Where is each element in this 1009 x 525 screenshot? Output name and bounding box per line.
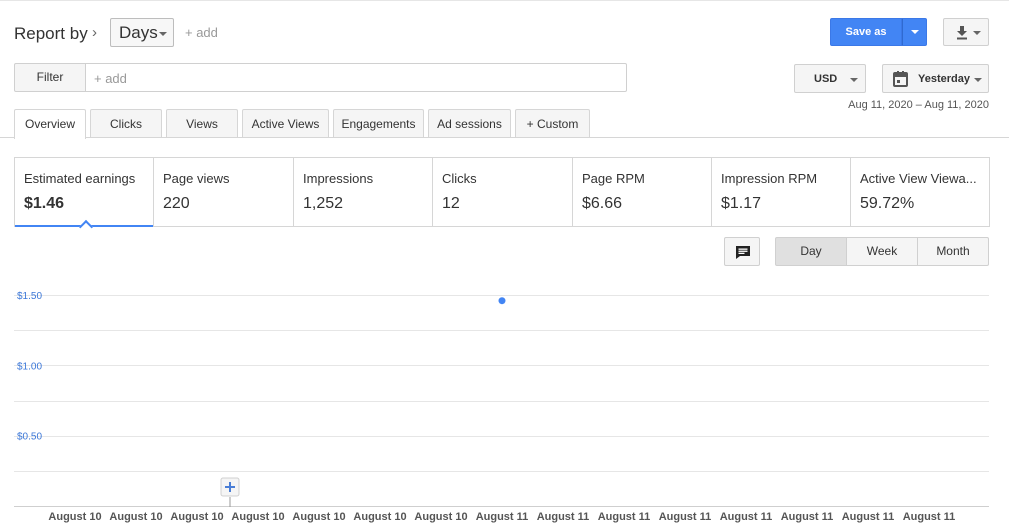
x-tick-label: August 11 xyxy=(659,511,712,523)
metric-value: 12 xyxy=(442,195,460,212)
data-points xyxy=(498,297,506,305)
metric-label: Estimated earnings xyxy=(24,171,136,186)
metric-value: 1,252 xyxy=(303,195,344,212)
metric-card-page-views[interactable]: Page views 220 xyxy=(154,158,294,226)
tab-clicks[interactable]: Clicks xyxy=(90,109,162,137)
save-as-button[interactable]: Save as xyxy=(830,18,902,46)
metric-card-impression-rpm[interactable]: Impression RPM $1.17 xyxy=(712,158,851,226)
metric-card-impressions[interactable]: Impressions 1,252 xyxy=(294,158,433,226)
y-tick-label: $0.50 xyxy=(17,432,42,443)
metric-value: $1.46 xyxy=(24,195,65,212)
x-tick-label: August 10 xyxy=(48,511,101,523)
data-point[interactable] xyxy=(498,297,506,305)
grid-lines xyxy=(14,295,989,507)
x-tick-label: August 11 xyxy=(903,511,956,523)
chevron-down-icon xyxy=(973,31,981,35)
x-tick-label: August 10 xyxy=(414,511,467,523)
chevron-down-icon xyxy=(159,32,167,36)
report-by-label: Report by xyxy=(14,24,88,43)
x-tick-label: August 11 xyxy=(476,511,529,523)
x-tick-label: August 11 xyxy=(598,511,651,523)
calendar-icon xyxy=(893,71,908,87)
metric-label: Impression RPM xyxy=(721,171,818,186)
x-tick-label: August 11 xyxy=(842,511,895,523)
add-annotation-marker[interactable] xyxy=(220,477,240,507)
x-tick-label: August 11 xyxy=(781,511,834,523)
metric-label: Impressions xyxy=(303,171,374,186)
x-tick-label: August 10 xyxy=(292,511,345,523)
metric-card-estimated-earnings[interactable]: Estimated earnings $1.46 xyxy=(15,158,154,235)
currency-value: USD xyxy=(814,73,838,85)
x-tick-label: August 10 xyxy=(170,511,223,523)
period-day-button[interactable]: Day xyxy=(775,237,847,266)
x-tick-label: August 11 xyxy=(720,511,773,523)
chevron-down-icon xyxy=(974,78,982,82)
save-as-dropdown-button[interactable] xyxy=(902,18,927,46)
download-button[interactable] xyxy=(943,18,989,46)
date-value: Yesterday xyxy=(918,73,970,85)
metric-value: $1.17 xyxy=(721,195,762,212)
tabs-divider xyxy=(0,137,1009,138)
add-dimension-link[interactable]: + add xyxy=(185,25,218,40)
chevron-right-icon: › xyxy=(92,24,97,41)
earnings-chart: $1.50$1.00$0.50 August 10 August 10 August… xyxy=(14,291,989,523)
x-tick-label: August 10 xyxy=(109,511,162,523)
metric-label: Page views xyxy=(163,171,230,186)
y-axis-labels: $1.50 $1.00 $0.50 xyxy=(17,291,42,443)
y-tick-label: $1.50 xyxy=(17,291,42,302)
metric-label: Clicks xyxy=(442,171,477,186)
dimension-value: Days xyxy=(119,23,158,42)
x-tick-label: August 11 xyxy=(537,511,590,523)
metric-label: Page RPM xyxy=(582,171,645,186)
metric-cards: Estimated earnings $1.46 Page views 220 … xyxy=(14,157,990,235)
tab-ad-sessions[interactable]: Ad sessions xyxy=(428,109,511,137)
metric-value: $6.66 xyxy=(582,195,623,212)
period-month-button[interactable]: Month xyxy=(917,237,989,266)
filter-input[interactable]: + add xyxy=(85,63,627,92)
annotations-button[interactable] xyxy=(724,237,760,266)
metric-card-active-view-viewability[interactable]: Active View Viewa... 59.72% xyxy=(851,158,989,226)
comment-icon xyxy=(736,246,750,259)
tab-engagements[interactable]: Engagements xyxy=(333,109,424,137)
metric-card-clicks[interactable]: Clicks 12 xyxy=(433,158,573,226)
metric-value: 220 xyxy=(163,195,190,212)
top-divider xyxy=(0,0,1009,1)
period-week-button[interactable]: Week xyxy=(846,237,918,266)
metric-card-page-rpm[interactable]: Page RPM $6.66 xyxy=(573,158,712,226)
tab-custom[interactable]: + Custom xyxy=(515,109,590,137)
metric-value: 59.72% xyxy=(860,195,915,212)
x-tick-label: August 10 xyxy=(353,511,406,523)
x-tick-label: August 10 xyxy=(231,511,284,523)
currency-select[interactable]: USD xyxy=(794,64,866,93)
tab-active-views[interactable]: Active Views xyxy=(242,109,329,137)
x-axis-labels: August 10 August 10 August 10 August 10 Augu… xyxy=(48,511,955,523)
tab-views[interactable]: Views xyxy=(166,109,238,137)
y-tick-label: $1.00 xyxy=(17,361,42,372)
date-range-select[interactable]: Yesterday xyxy=(882,64,989,93)
selected-notch xyxy=(78,219,94,235)
metric-label: Active View Viewa... xyxy=(860,171,977,186)
dimension-select[interactable]: Days xyxy=(110,18,174,47)
chevron-down-icon xyxy=(911,30,919,34)
tab-overview[interactable]: Overview xyxy=(14,109,86,139)
download-icon xyxy=(957,26,967,40)
date-range-text: Aug 11, 2020 – Aug 11, 2020 xyxy=(848,99,989,111)
filter-button[interactable]: Filter xyxy=(14,63,86,92)
chevron-down-icon xyxy=(850,78,858,82)
